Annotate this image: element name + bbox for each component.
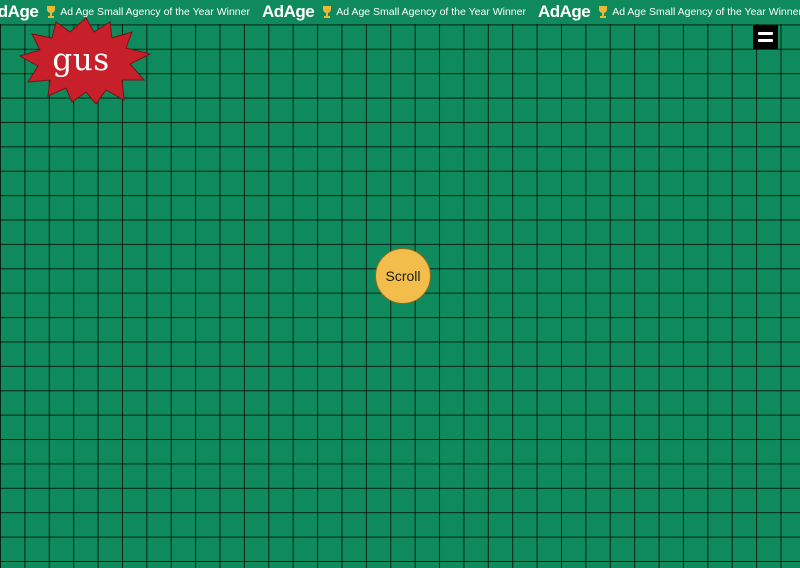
gus-logo[interactable]: gus: [18, 16, 154, 104]
award-text: Ad Age Small Agency of the Year Winner: [612, 6, 800, 18]
hamburger-icon: [758, 32, 773, 35]
marquee-item: AdAge Ad Age Small Agency of the Year Wi…: [532, 2, 800, 22]
adage-brand: AdAge: [537, 2, 591, 21]
hamburger-icon: [758, 39, 773, 42]
adage-brand: AdAge: [261, 2, 315, 21]
trophy-icon: [323, 6, 332, 18]
scroll-button[interactable]: Scroll: [375, 248, 431, 304]
menu-button[interactable]: [753, 25, 778, 49]
scroll-button-label: Scroll: [385, 268, 421, 284]
trophy-icon: [599, 6, 608, 18]
marquee-item: AdAge Ad Age Small Agency of the Year Wi…: [256, 2, 532, 22]
logo-text: gus: [52, 42, 110, 78]
award-text: Ad Age Small Agency of the Year Winner: [336, 6, 526, 18]
